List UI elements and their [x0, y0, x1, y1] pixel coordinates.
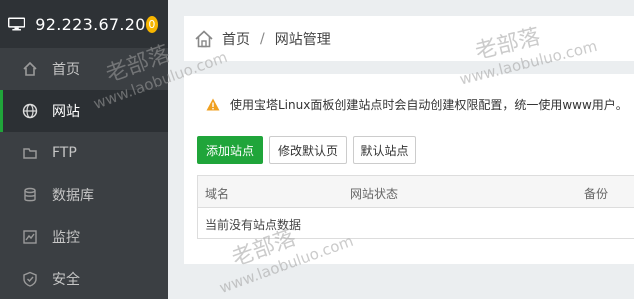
sidebar-item-security[interactable]: 安全 [0, 258, 168, 299]
sidebar-item-label: 数据库 [52, 188, 94, 204]
default-site-button[interactable]: 默认站点 [353, 136, 416, 164]
breadcrumb-home[interactable]: 首页 [222, 29, 250, 49]
database-icon [22, 187, 38, 203]
sidebar-item-label: 首页 [52, 62, 80, 78]
table-header: 域名 网站状态 备份 [198, 176, 634, 208]
notice-bar: 使用宝塔Linux面板创建站点时会自动创建权限配置，统一使用www用户。 [206, 96, 628, 113]
breadcrumb-current: 网站管理 [274, 31, 331, 48]
sidebar-item-website[interactable]: 网站 [0, 90, 168, 132]
edit-default-page-button[interactable]: 修改默认页 [269, 136, 347, 164]
site-panel: 使用宝塔Linux面板创建站点时会自动创建权限配置，统一使用www用户。 添加站… [184, 74, 634, 264]
home-icon [22, 61, 38, 77]
monitor-chart-icon [22, 229, 38, 245]
column-backup[interactable]: 备份 [584, 185, 608, 202]
server-header: 92.223.67.20 0 [0, 0, 168, 48]
empty-row: 当前没有站点数据 [198, 208, 634, 239]
warning-icon [206, 98, 220, 111]
add-site-button[interactable]: 添加站点 [197, 136, 263, 164]
notice-text: 使用宝塔Linux面板创建站点时会自动创建权限配置，统一使用www用户。 [230, 98, 628, 112]
column-status[interactable]: 网站状态 [350, 185, 398, 202]
sidebar-item-monitor[interactable]: 监控 [0, 216, 168, 258]
ftp-icon [22, 145, 38, 161]
sidebar-item-ftp[interactable]: FTP [0, 132, 168, 174]
main-content: 首页 / 网站管理 使用宝塔Linux面板创建站点时会自动创建权限配置，统一使用… [168, 0, 634, 299]
sidebar-item-database[interactable]: 数据库 [0, 174, 168, 216]
monitor-icon [8, 17, 26, 31]
notification-badge[interactable]: 0 [145, 15, 158, 33]
sidebar: 92.223.67.20 0 首页 网站 FTP 数据库 监控 安全 [0, 0, 168, 299]
server-ip: 92.223.67.20 [35, 14, 146, 34]
sidebar-item-label: 监控 [52, 230, 80, 246]
sidebar-item-home[interactable]: 首页 [0, 48, 168, 90]
sidebar-item-label: FTP [52, 145, 77, 161]
globe-icon [22, 103, 38, 119]
breadcrumb: 首页 / 网站管理 [184, 16, 634, 61]
empty-message: 当前没有站点数据 [205, 218, 302, 232]
shield-icon [22, 271, 38, 287]
sidebar-item-label: 安全 [52, 272, 80, 288]
sidebar-item-label: 网站 [52, 104, 80, 120]
column-domain[interactable]: 域名 [205, 185, 229, 202]
breadcrumb-separator: / [260, 30, 265, 47]
home-icon[interactable] [194, 29, 214, 49]
site-table: 域名 网站状态 备份 当前没有站点数据 [197, 175, 634, 239]
